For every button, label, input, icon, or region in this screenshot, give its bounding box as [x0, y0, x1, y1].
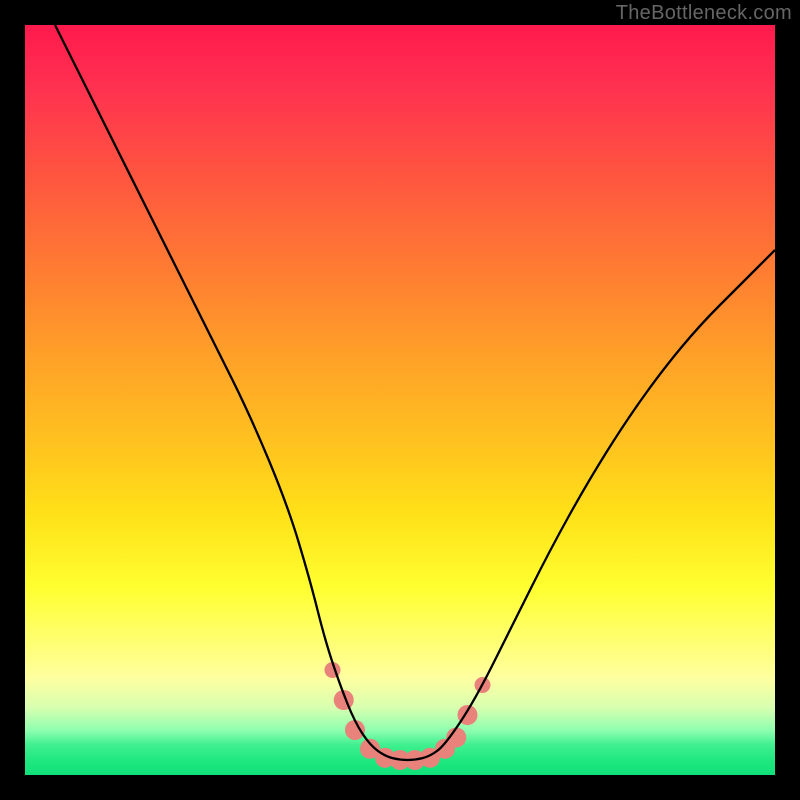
watermark-text: TheBottleneck.com — [616, 2, 792, 25]
bottleneck-curve-svg — [25, 25, 775, 775]
plot-area — [25, 25, 775, 775]
marker-group — [325, 662, 491, 770]
bottleneck-curve-path — [55, 25, 775, 760]
outer-frame: TheBottleneck.com — [0, 0, 800, 800]
